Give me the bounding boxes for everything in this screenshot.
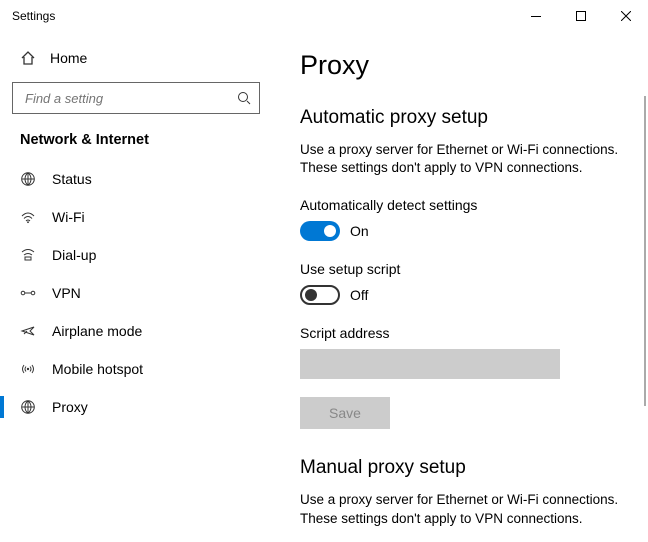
sidebar-item-proxy[interactable]: Proxy: [0, 388, 272, 426]
globe-icon: [20, 399, 36, 415]
close-button[interactable]: [603, 0, 648, 32]
titlebar: Settings: [0, 0, 648, 32]
maximize-icon: [576, 11, 586, 21]
close-icon: [621, 11, 631, 21]
section-heading-auto: Automatic proxy setup: [300, 107, 630, 129]
sidebar-item-label: Mobile hotspot: [52, 361, 143, 377]
setup-script-state: Off: [350, 287, 368, 303]
window-title: Settings: [12, 9, 55, 23]
auto-detect-toggle[interactable]: [300, 221, 340, 241]
airplane-icon: [20, 323, 36, 339]
section-heading-manual: Manual proxy setup: [300, 457, 630, 479]
wifi-icon: [20, 209, 36, 225]
sidebar-item-label: Proxy: [52, 399, 88, 415]
sidebar-item-dialup[interactable]: Dial-up: [0, 236, 272, 274]
sidebar-home-label: Home: [50, 50, 87, 66]
section-desc-auto: Use a proxy server for Ethernet or Wi-Fi…: [300, 141, 630, 177]
maximize-button[interactable]: [558, 0, 603, 32]
vpn-icon: [20, 285, 36, 301]
minimize-icon: [531, 16, 541, 17]
setup-script-toggle[interactable]: [300, 285, 340, 305]
window-controls: [513, 0, 648, 32]
minimize-button[interactable]: [513, 0, 558, 32]
sidebar-item-airplane[interactable]: Airplane mode: [0, 312, 272, 350]
sidebar-item-label: Airplane mode: [52, 323, 142, 339]
home-icon: [20, 50, 36, 66]
script-address-label: Script address: [300, 325, 630, 341]
dialup-icon: [20, 247, 36, 263]
hotspot-icon: [20, 361, 36, 377]
sidebar-item-wifi[interactable]: Wi-Fi: [0, 198, 272, 236]
auto-detect-label: Automatically detect settings: [300, 197, 630, 213]
auto-detect-state: On: [350, 223, 369, 239]
scrollbar[interactable]: [644, 96, 646, 406]
section-desc-manual: Use a proxy server for Ethernet or Wi-Fi…: [300, 491, 630, 527]
search-box[interactable]: [12, 82, 260, 114]
search-icon: [237, 91, 251, 105]
setup-script-label: Use setup script: [300, 261, 630, 277]
content: Proxy Automatic proxy setup Use a proxy …: [272, 32, 648, 542]
sidebar-category: Network & Internet: [0, 132, 272, 148]
globe-icon: [20, 171, 36, 187]
sidebar-item-label: VPN: [52, 285, 81, 301]
sidebar-item-label: Dial-up: [52, 247, 96, 263]
sidebar: Home Network & Internet Status Wi-Fi Dia…: [0, 32, 272, 542]
save-button[interactable]: Save: [300, 397, 390, 429]
search-input[interactable]: [23, 90, 237, 107]
sidebar-home[interactable]: Home: [0, 44, 272, 72]
sidebar-item-vpn[interactable]: VPN: [0, 274, 272, 312]
script-address-input[interactable]: [300, 349, 560, 379]
sidebar-item-hotspot[interactable]: Mobile hotspot: [0, 350, 272, 388]
page-title: Proxy: [300, 50, 630, 81]
sidebar-item-label: Wi-Fi: [52, 209, 85, 225]
sidebar-item-status[interactable]: Status: [0, 160, 272, 198]
sidebar-item-label: Status: [52, 171, 92, 187]
